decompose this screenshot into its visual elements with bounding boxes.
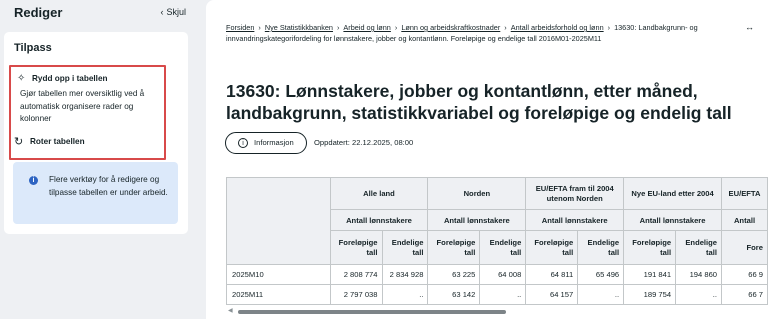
table-cell: ..: [577, 284, 625, 305]
info-notice-text: Flere verktøy for å redigere og tilpasse…: [49, 175, 168, 197]
expand-icon[interactable]: ↔: [745, 22, 754, 32]
subcolumn-header: Endelige tall: [479, 230, 527, 265]
measure-header: Antall lønnstakere: [329, 209, 429, 231]
table-cell: ..: [675, 284, 723, 305]
table-cell: 64 811: [525, 264, 579, 285]
table-cell: 2 834 928: [381, 264, 429, 285]
breadcrumb-separator-icon: ›: [394, 23, 398, 32]
information-button-label: Informasjon: [254, 138, 294, 147]
table-cell: 2 808 774: [329, 264, 383, 285]
column-group-header: Nye EU-land etter 2004: [623, 177, 723, 210]
scrollbar-thumb[interactable]: [238, 310, 506, 314]
breadcrumb-link-work-salary[interactable]: Arbeid og lønn: [343, 23, 390, 32]
data-table-container: Alle land Norden EU/EFTA fram til 2004 u…: [226, 177, 768, 309]
customize-panel: Tilpass ✧ Rydd opp i tabellen Gjør tabel…: [4, 32, 188, 234]
subcolumn-header: Endelige tall: [675, 230, 723, 265]
table-cell: 64 008: [479, 264, 527, 285]
clean-table-label: Rydd opp i tabellen: [32, 74, 108, 83]
hide-sidebar-label: Skjul: [166, 7, 186, 17]
customize-heading: Tilpass: [14, 42, 52, 54]
table-cell: 66 7: [721, 284, 768, 305]
table-row: 2025M11 2 797 038 .. 63 142 .. 64 157 ..…: [226, 284, 768, 305]
breadcrumb-link-employment[interactable]: Antall arbeidsforhold og lønn: [511, 23, 604, 32]
sidebar-header: Rediger ‹ Skjul: [14, 5, 186, 21]
measure-header: Antall: [721, 209, 768, 231]
table-cell: 63 142: [427, 284, 481, 305]
table-row: 2025M10 2 808 774 2 834 928 63 225 64 00…: [226, 264, 768, 285]
info-icon: i: [29, 176, 38, 185]
subcolumn-header: Endelige tall: [381, 230, 429, 265]
updated-timestamp: Oppdatert: 22.12.2025, 08:00: [314, 138, 414, 147]
table-cell: 2 797 038: [329, 284, 383, 305]
page-title: 13630: Lønnstakere, jobber og kontantløn…: [226, 81, 732, 123]
row-header: 2025M11: [226, 284, 331, 305]
table-corner-cell: [226, 177, 331, 265]
clean-table-description: Gjør tabellen mer oversiktlig ved å auto…: [20, 89, 145, 123]
row-header: 2025M10: [226, 264, 331, 285]
breadcrumb-link-labour-costs[interactable]: Lønn og arbeidskraftkostnader: [401, 23, 500, 32]
sparkles-icon: ✧: [17, 73, 26, 84]
subcolumn-header: Foreløpige tall: [623, 230, 677, 265]
information-button[interactable]: i Informasjon: [225, 132, 307, 154]
sidebar-title: Rediger: [14, 5, 63, 20]
subcolumn-header: Foreløpige tall: [329, 230, 383, 265]
rotate-table-label: Roter tabellen: [30, 137, 85, 146]
horizontal-scrollbar[interactable]: ◀: [226, 307, 768, 315]
column-group-header: Alle land: [329, 177, 429, 210]
subcolumn-header: Endelige tall: [577, 230, 625, 265]
column-group-header: EU/EFTA: [721, 177, 768, 210]
subcolumn-header: Foreløpige tall: [525, 230, 579, 265]
chevron-left-icon: ‹: [160, 7, 164, 17]
rotate-icon: ↻: [14, 136, 24, 148]
table-cell: ..: [381, 284, 429, 305]
breadcrumb-link-statbank[interactable]: Nye Statistikkbanken: [265, 23, 333, 32]
table-cell: 63 225: [427, 264, 481, 285]
breadcrumb-separator-icon: ›: [607, 23, 611, 32]
table-cell: 194 860: [675, 264, 723, 285]
table-cell: 64 157: [525, 284, 579, 305]
scroll-left-icon[interactable]: ◀: [228, 307, 233, 314]
column-group-header: Norden: [427, 177, 527, 210]
data-table: Alle land Norden EU/EFTA fram til 2004 u…: [226, 177, 768, 305]
breadcrumb: Forsiden › Nye Statistikkbanken › Arbeid og …: [226, 23, 726, 44]
subcolumn-header: Foreløpige tall: [427, 230, 481, 265]
column-group-header: EU/EFTA fram til 2004 utenom Norden: [525, 177, 625, 210]
table-cell: 191 841: [623, 264, 677, 285]
table-cell: 65 496: [577, 264, 625, 285]
breadcrumb-separator-icon: ›: [258, 23, 261, 32]
main-content: Forsiden › Nye Statistikkbanken › Arbeid og …: [206, 0, 768, 319]
measure-header: Antall lønnstakere: [623, 209, 723, 231]
table-cell: ..: [479, 284, 527, 305]
breadcrumb-link-home[interactable]: Forsiden: [226, 23, 254, 32]
info-notice: i Flere verktøy for å redigere og tilpas…: [13, 162, 178, 224]
hide-sidebar-button[interactable]: ‹ Skjul: [160, 7, 186, 17]
table-cell: 189 754: [623, 284, 677, 305]
breadcrumb-separator-icon: ›: [504, 23, 507, 32]
measure-header: Antall lønnstakere: [525, 209, 625, 231]
table-cell: 66 9: [721, 264, 768, 285]
subcolumn-header: Fore: [721, 230, 768, 265]
info-circle-icon: i: [238, 138, 248, 148]
measure-header: Antall lønnstakere: [427, 209, 527, 231]
breadcrumb-separator-icon: ›: [336, 23, 340, 32]
edit-sidebar: Rediger ‹ Skjul Tilpass ✧ Rydd opp i tabe…: [0, 0, 198, 319]
